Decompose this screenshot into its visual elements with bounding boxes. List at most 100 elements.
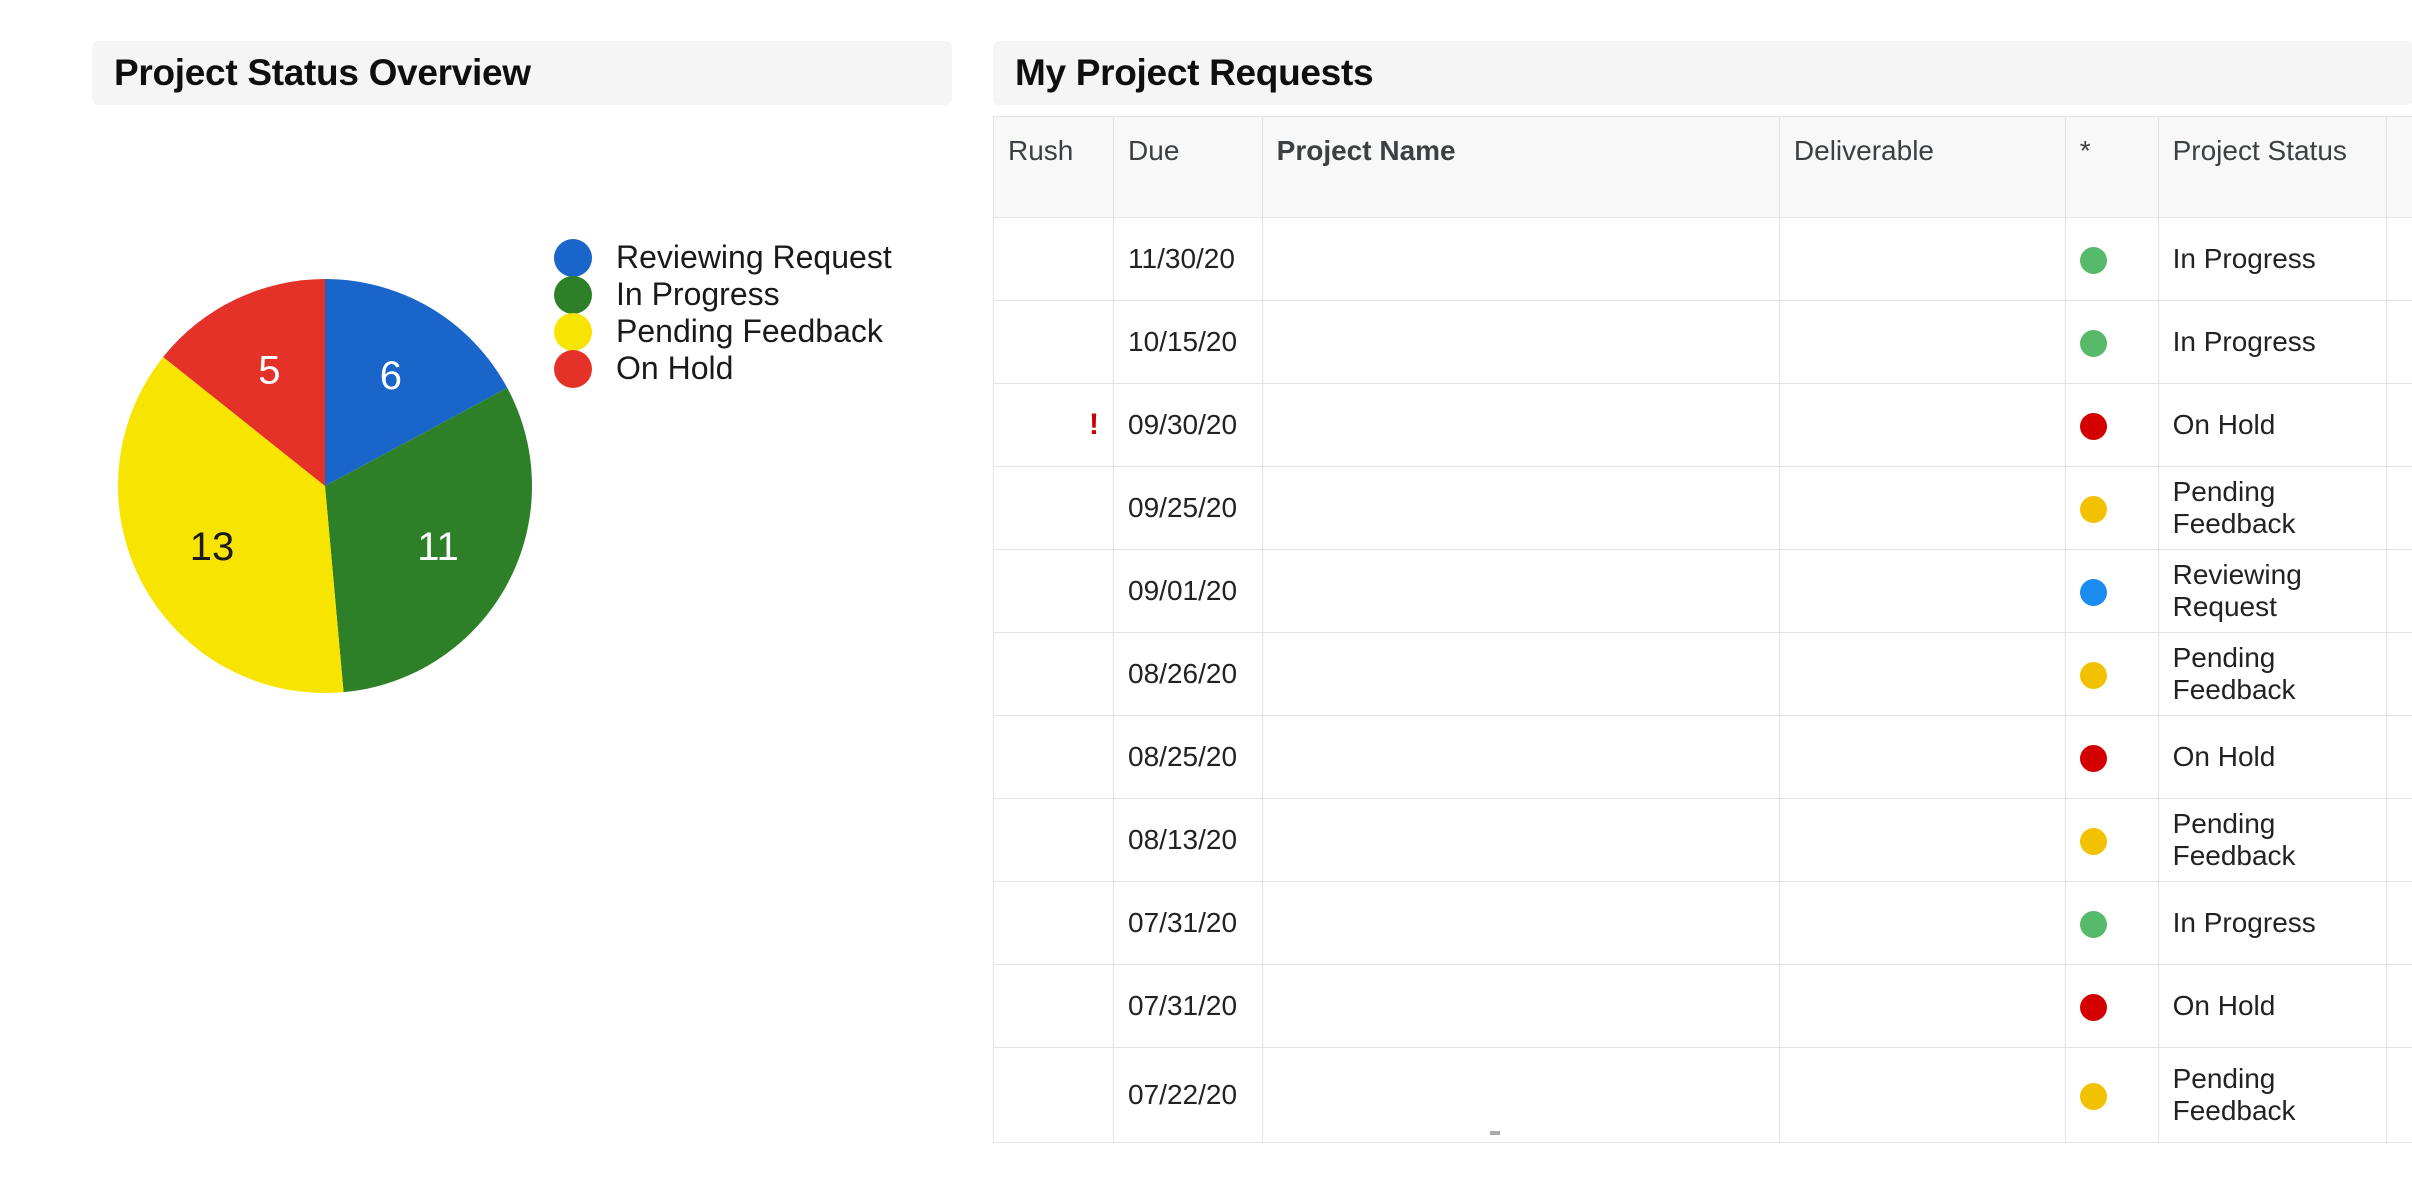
table-row[interactable]: 09/01/20 Reviewing Request	[993, 549, 2412, 633]
cell-project-status[interactable]: On Hold	[2157, 383, 2388, 467]
cell-due-date[interactable]: 08/25/20	[1113, 715, 1263, 799]
cell-status-indicator[interactable]	[2064, 715, 2159, 799]
table-row[interactable]: 09/25/20 Pending Feedback	[993, 466, 2412, 550]
cell-deliverable[interactable]	[1778, 964, 2066, 1048]
cell-project-name[interactable]	[1261, 1047, 1780, 1143]
cell-overflow[interactable]	[2386, 300, 2412, 384]
cell-status-indicator[interactable]	[2064, 632, 2159, 716]
cell-project-name[interactable]	[1261, 466, 1780, 550]
cell-status-indicator[interactable]	[2064, 1047, 2159, 1143]
cell-project-name[interactable]	[1261, 549, 1780, 633]
cell-project-name[interactable]	[1261, 798, 1780, 882]
cell-project-status[interactable]: In Progress	[2157, 217, 2388, 301]
cell-overflow[interactable]	[2386, 383, 2412, 467]
cell-due-date[interactable]: 09/30/20	[1113, 383, 1263, 467]
cell-deliverable[interactable]	[1778, 1047, 2066, 1143]
cell-status-indicator[interactable]	[2064, 383, 2159, 467]
legend-item[interactable]: In Progress	[554, 275, 892, 314]
table-row[interactable]: 07/31/20 On Hold	[993, 964, 2412, 1048]
cell-rush[interactable]	[993, 300, 1115, 384]
cell-project-status[interactable]: Pending Feedback	[2157, 798, 2388, 882]
cell-project-name[interactable]	[1261, 881, 1780, 965]
cell-due-date[interactable]: 11/30/20	[1113, 217, 1263, 301]
cell-project-status[interactable]: In Progress	[2157, 881, 2388, 965]
legend-item[interactable]: Reviewing Request	[554, 238, 892, 277]
cell-deliverable[interactable]	[1778, 715, 2066, 799]
table-row[interactable]: 08/25/20 On Hold	[993, 715, 2412, 799]
cell-status-indicator[interactable]	[2064, 217, 2159, 301]
cell-overflow[interactable]	[2386, 549, 2412, 633]
cell-project-status[interactable]: On Hold	[2157, 964, 2388, 1048]
legend-item[interactable]: On Hold	[554, 349, 892, 388]
table-row[interactable]: 11/30/20 In Progress	[993, 217, 2412, 301]
cell-due-date[interactable]: 10/15/20	[1113, 300, 1263, 384]
cell-rush[interactable]	[993, 964, 1115, 1048]
column-header-project-status[interactable]: Project Status	[2157, 116, 2388, 218]
cell-status-indicator[interactable]	[2064, 881, 2159, 965]
cell-overflow[interactable]	[2386, 466, 2412, 550]
cell-due-date[interactable]: 08/13/20	[1113, 798, 1263, 882]
legend-item[interactable]: Pending Feedback	[554, 312, 892, 351]
cell-rush[interactable]	[993, 1047, 1115, 1143]
table-row[interactable]: 10/15/20 In Progress	[993, 300, 2412, 384]
cell-deliverable[interactable]	[1778, 217, 2066, 301]
cell-project-name[interactable]	[1261, 217, 1780, 301]
cell-rush[interactable]: !	[993, 383, 1115, 467]
column-header-star[interactable]: *	[2064, 116, 2159, 218]
cell-project-name[interactable]	[1261, 964, 1780, 1048]
cell-status-indicator[interactable]	[2064, 964, 2159, 1048]
table-row[interactable]: 07/31/20 In Progress	[993, 881, 2412, 965]
cell-due-date[interactable]: 09/25/20	[1113, 466, 1263, 550]
cell-project-status[interactable]: Pending Feedback	[2157, 632, 2388, 716]
cell-due-date[interactable]: 07/22/20	[1113, 1047, 1263, 1143]
cell-project-name[interactable]	[1261, 632, 1780, 716]
cell-deliverable[interactable]	[1778, 466, 2066, 550]
cell-due-date[interactable]: 08/26/20	[1113, 632, 1263, 716]
cell-rush[interactable]	[993, 881, 1115, 965]
cell-rush[interactable]	[993, 798, 1115, 882]
cell-project-status[interactable]: Pending Feedback	[2157, 1047, 2388, 1143]
cell-status-indicator[interactable]	[2064, 798, 2159, 882]
table-row[interactable]: ! 09/30/20 On Hold	[993, 383, 2412, 467]
project-status-pie-chart[interactable]: 6 11 13 5	[110, 271, 540, 701]
cell-deliverable[interactable]	[1778, 881, 2066, 965]
cell-overflow[interactable]	[2386, 217, 2412, 301]
column-header-overflow[interactable]	[2386, 116, 2412, 218]
cell-project-status[interactable]: On Hold	[2157, 715, 2388, 799]
cell-overflow[interactable]	[2386, 964, 2412, 1048]
table-row[interactable]: 08/13/20 Pending Feedback	[993, 798, 2412, 882]
cell-project-status[interactable]: Pending Feedback	[2157, 466, 2388, 550]
cell-due-date[interactable]: 09/01/20	[1113, 549, 1263, 633]
cell-status-indicator[interactable]	[2064, 466, 2159, 550]
cell-status-indicator[interactable]	[2064, 549, 2159, 633]
cell-overflow[interactable]	[2386, 881, 2412, 965]
cell-status-indicator[interactable]	[2064, 300, 2159, 384]
cell-project-name[interactable]	[1261, 383, 1780, 467]
cell-overflow[interactable]	[2386, 798, 2412, 882]
cell-rush[interactable]	[993, 466, 1115, 550]
column-header-due[interactable]: Due	[1113, 116, 1263, 218]
column-header-deliverable[interactable]: Deliverable	[1778, 116, 2066, 218]
cell-overflow[interactable]	[2386, 715, 2412, 799]
cell-rush[interactable]	[993, 632, 1115, 716]
cell-deliverable[interactable]	[1778, 798, 2066, 882]
cell-project-status[interactable]: Reviewing Request	[2157, 549, 2388, 633]
table-row[interactable]: 08/26/20 Pending Feedback	[993, 632, 2412, 716]
cell-rush[interactable]	[993, 715, 1115, 799]
column-header-project-name[interactable]: Project Name	[1261, 116, 1780, 218]
cell-rush[interactable]	[993, 217, 1115, 301]
cell-overflow[interactable]	[2386, 1047, 2412, 1143]
cell-deliverable[interactable]	[1778, 632, 2066, 716]
cell-deliverable[interactable]	[1778, 549, 2066, 633]
cell-due-date[interactable]: 07/31/20	[1113, 964, 1263, 1048]
cell-deliverable[interactable]	[1778, 383, 2066, 467]
cell-project-status[interactable]: In Progress	[2157, 300, 2388, 384]
cell-project-name[interactable]	[1261, 715, 1780, 799]
cell-rush[interactable]	[993, 549, 1115, 633]
table-row[interactable]: 07/22/20 Pending Feedback	[993, 1047, 2412, 1143]
cell-due-date[interactable]: 07/31/20	[1113, 881, 1263, 965]
cell-overflow[interactable]	[2386, 632, 2412, 716]
cell-deliverable[interactable]	[1778, 300, 2066, 384]
column-header-rush[interactable]: Rush	[993, 116, 1115, 218]
cell-project-name[interactable]	[1261, 300, 1780, 384]
